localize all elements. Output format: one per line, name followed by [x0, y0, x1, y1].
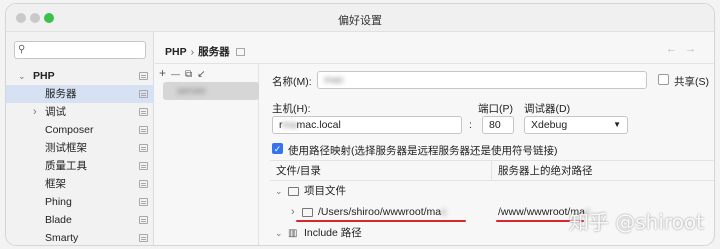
breadcrumb-separator: › — [190, 46, 195, 58]
host-field[interactable]: rmamac.local — [272, 116, 462, 134]
debugger-select[interactable]: Xdebug ▼ — [524, 116, 628, 134]
dropdown-arrow-icon: ▼ — [613, 120, 621, 129]
back-arrow-icon[interactable]: ← — [666, 43, 685, 55]
path-mapping-label: 使用路径映射(选择服务器是远程服务器还是使用符号链接) — [288, 145, 558, 157]
project-settings-icon — [139, 180, 148, 188]
chevron-right-icon: › — [33, 106, 37, 118]
path-mapping-checkbox[interactable]: ✓ — [272, 143, 283, 154]
sidebar-item-php[interactable]: ⌄ PHP — [6, 67, 154, 85]
sidebar-item-composer[interactable]: Composer — [6, 121, 154, 139]
column-header-server-path[interactable]: 服务器上的绝对路径 — [492, 161, 714, 181]
port-label: 端口(P) — [478, 103, 513, 115]
host-port-colon: : — [469, 119, 472, 131]
title-bar: 偏好设置 — [6, 4, 714, 32]
share-checkbox[interactable] — [658, 74, 669, 85]
server-list-item[interactable]: server — [163, 82, 259, 100]
project-settings-icon — [235, 48, 245, 57]
project-settings-icon — [139, 162, 148, 170]
project-settings-icon — [139, 108, 148, 116]
server-list-pane: +—⧉↙ server — [155, 64, 259, 245]
project-settings-icon — [139, 72, 148, 80]
column-header-file[interactable]: 文件/目录 — [270, 161, 492, 181]
sidebar-item-frameworks[interactable]: 框架 — [6, 175, 154, 193]
folder-icon — [302, 208, 313, 217]
settings-header: PHP › 服务器 ←→ — [155, 32, 714, 64]
project-settings-icon — [139, 234, 148, 242]
table-row[interactable]: ⌄ 项目文件 — [270, 181, 714, 202]
debugger-label: 调试器(D) — [524, 103, 571, 115]
sidebar-item-debug[interactable]: › 调试 — [6, 103, 154, 121]
sidebar-item-phing[interactable]: Phing — [6, 193, 154, 211]
history-nav: ←→ — [666, 43, 704, 55]
sidebar-item-smarty[interactable]: Smarty — [6, 229, 154, 245]
breadcrumb-current: 服务器 — [198, 46, 230, 58]
chevron-right-icon: › — [291, 206, 295, 218]
window-title: 偏好设置 — [338, 15, 382, 27]
folder-icon — [288, 187, 299, 196]
search-input[interactable]: ⚲ — [14, 41, 146, 59]
search-icon: ⚲ — [18, 44, 26, 55]
import-icon[interactable]: ↙ — [197, 69, 210, 80]
settings-sidebar: ⚲ ⌄ PHP 服务器 › 调试 Composer 测试框架 质量工具 框架 P… — [6, 32, 154, 245]
breadcrumb: PHP › 服务器 — [165, 44, 245, 59]
project-settings-icon — [139, 198, 148, 206]
chevron-down-icon: ⌄ — [275, 228, 283, 238]
server-toolbar: +—⧉↙ — [159, 66, 211, 80]
port-field[interactable]: 80 — [482, 116, 514, 134]
project-settings-icon — [139, 144, 148, 152]
host-label: 主机(H): — [272, 103, 311, 115]
name-label: 名称(M): — [272, 76, 312, 88]
watermark: 知乎 @shiroot — [568, 210, 704, 234]
annotation-underline — [296, 220, 466, 222]
forward-arrow-icon[interactable]: → — [685, 43, 704, 55]
preferences-window: 偏好设置 ⚲ ⌄ PHP 服务器 › 调试 Composer 测试框架 质量工具… — [6, 4, 714, 245]
project-settings-icon — [139, 90, 148, 98]
breadcrumb-parent[interactable]: PHP — [165, 46, 187, 58]
add-icon[interactable]: + — [159, 66, 171, 80]
project-settings-icon — [139, 126, 148, 134]
chevron-down-icon: ⌄ — [18, 71, 26, 81]
server-name: server — [177, 85, 207, 97]
sidebar-item-quality-tools[interactable]: 质量工具 — [6, 157, 154, 175]
remove-icon[interactable]: — — [171, 69, 185, 79]
sidebar-item-test-frameworks[interactable]: 测试框架 — [6, 139, 154, 157]
sidebar-item-blade[interactable]: Blade — [6, 211, 154, 229]
copy-icon[interactable]: ⧉ — [185, 69, 197, 80]
library-icon: ▥ — [288, 228, 298, 239]
share-label: 共享(S) — [674, 76, 709, 88]
name-field[interactable]: mac — [317, 71, 647, 89]
project-settings-icon — [139, 216, 148, 224]
chevron-down-icon: ⌄ — [275, 186, 283, 196]
sidebar-item-servers[interactable]: 服务器 — [6, 85, 154, 103]
